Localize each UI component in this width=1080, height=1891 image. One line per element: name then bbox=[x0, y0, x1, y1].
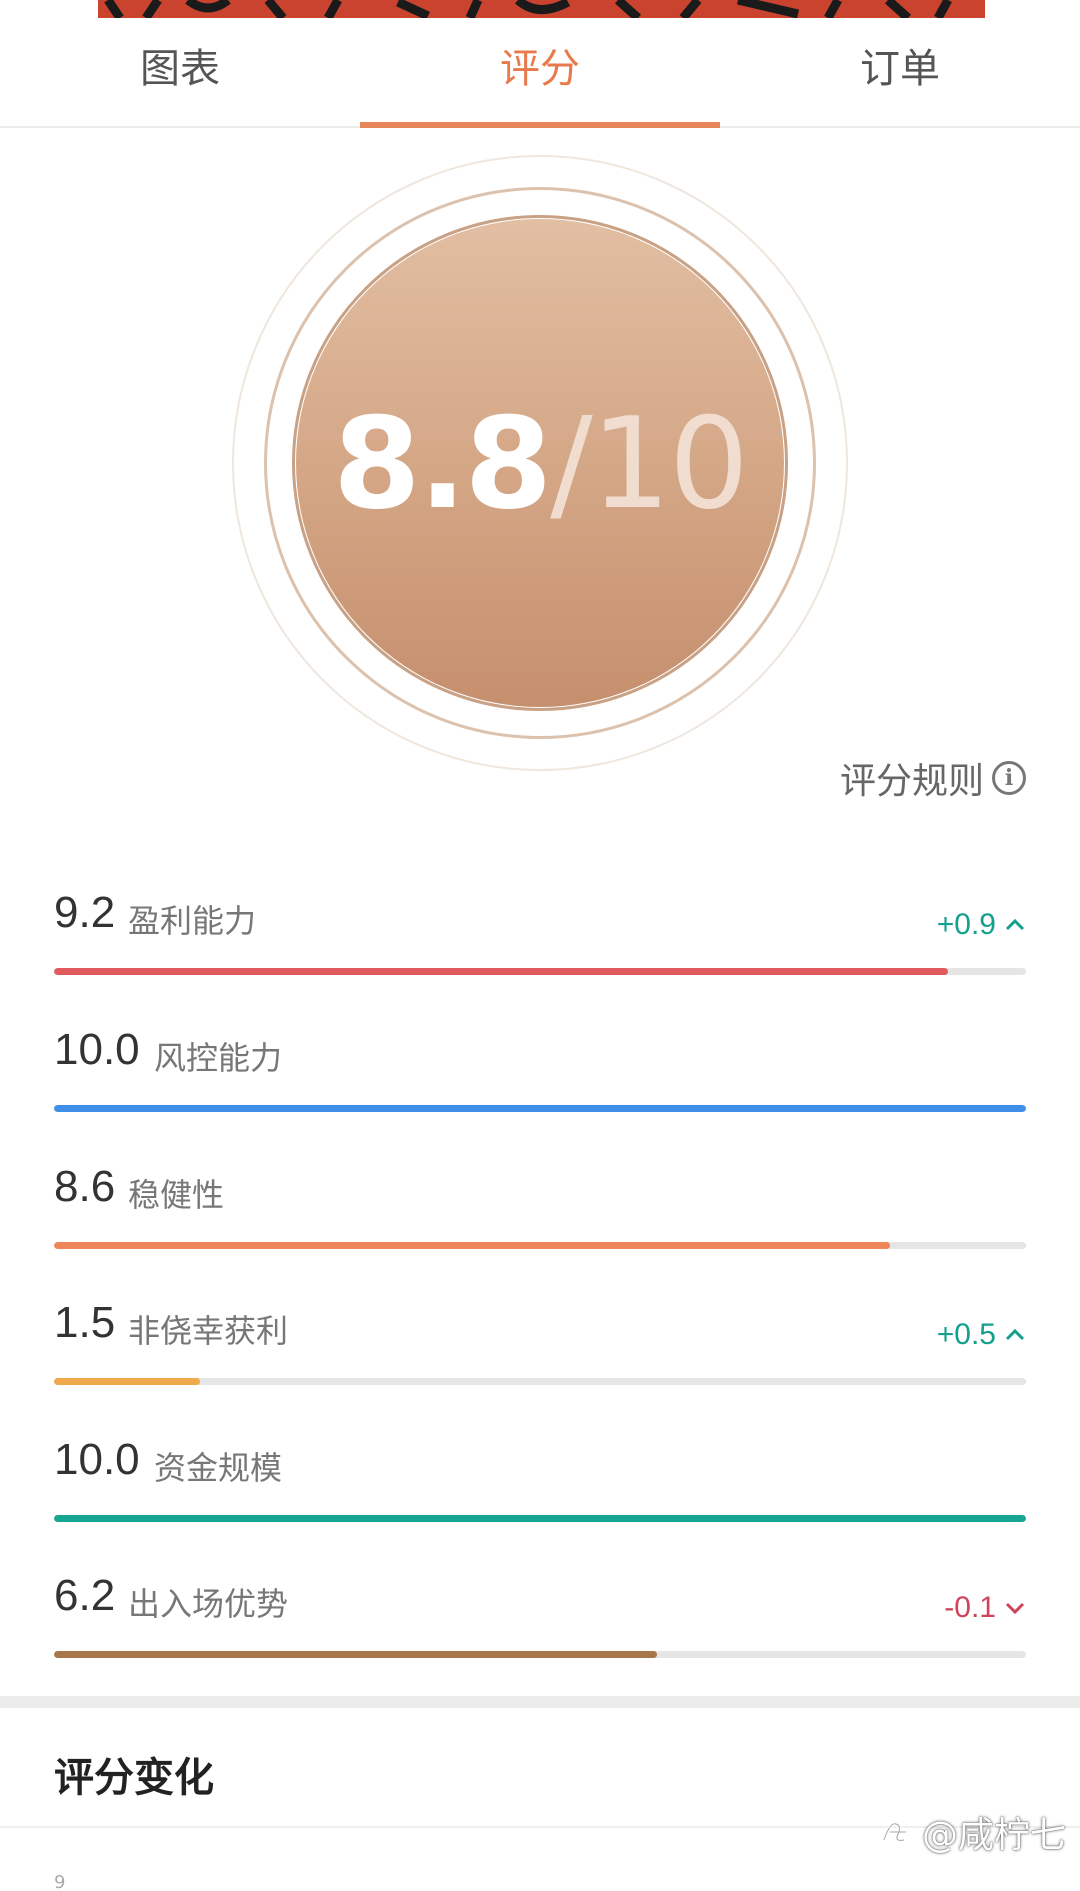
metric-value: 10.0 bbox=[54, 1025, 140, 1074]
metric-bar-track bbox=[54, 1515, 1026, 1522]
metric-value: 9.2 bbox=[54, 888, 116, 937]
metric-profitability: 9.2 盈利能力 +0.9 bbox=[54, 888, 1026, 978]
score-rules-link[interactable]: 评分规则 i bbox=[840, 752, 1026, 804]
tab-orders[interactable]: 订单 bbox=[720, 18, 1080, 126]
metric-label: 非侥幸获利 bbox=[128, 1312, 289, 1350]
banner-artwork bbox=[104, 0, 952, 18]
overall-score-separator: / bbox=[550, 389, 592, 537]
metric-bar-fill bbox=[54, 1242, 890, 1249]
tab-bar: 图表 评分 订单 bbox=[0, 18, 1080, 128]
metric-bar-fill bbox=[54, 1515, 1026, 1522]
watermark: @咸柠七 bbox=[876, 1806, 1066, 1858]
metric-value: 8.6 bbox=[54, 1162, 116, 1211]
overall-score-value: 8.8 bbox=[332, 389, 552, 537]
chevron-down-icon bbox=[1005, 1602, 1025, 1615]
section-title-score-change: 评分变化 bbox=[54, 1755, 214, 1801]
overall-score-text: 8.8/10 bbox=[332, 389, 749, 537]
tab-chart-label: 图表 bbox=[140, 46, 220, 92]
tab-score[interactable]: 评分 bbox=[360, 18, 720, 128]
score-rules-label: 评分规则 bbox=[839, 761, 984, 802]
metric-change-value: -0.1 bbox=[944, 1591, 996, 1624]
banner-image[interactable] bbox=[98, 0, 985, 18]
metric-risk-control: 10.0 风控能力 bbox=[54, 1025, 1026, 1115]
score-circle: 8.8/10 bbox=[296, 219, 784, 707]
metric-value: 6.2 bbox=[54, 1571, 116, 1620]
tab-chart[interactable]: 图表 bbox=[0, 18, 360, 126]
chart-y-tick: 9 bbox=[54, 1872, 66, 1891]
chevron-up-icon bbox=[1005, 918, 1025, 931]
metric-label: 资金规模 bbox=[154, 1449, 283, 1487]
chevron-up-icon bbox=[1005, 1328, 1025, 1341]
metric-value: 1.5 bbox=[54, 1298, 116, 1347]
section-divider bbox=[0, 1696, 1080, 1708]
tab-score-label: 评分 bbox=[500, 46, 580, 92]
metric-bar-track bbox=[54, 1378, 1026, 1385]
metric-bar-fill bbox=[54, 968, 949, 975]
metric-change: +0.5 bbox=[937, 1318, 1026, 1352]
metric-bar-fill bbox=[54, 1378, 200, 1385]
watermark-text: @咸柠七 bbox=[921, 1815, 1066, 1856]
zhihu-logo-icon bbox=[882, 1822, 908, 1842]
metric-bar-track bbox=[54, 1242, 1026, 1249]
metric-label: 稳健性 bbox=[128, 1176, 225, 1214]
info-icon: i bbox=[992, 761, 1026, 795]
metric-stability: 8.6 稳健性 bbox=[54, 1162, 1026, 1252]
metric-bar-track bbox=[54, 1651, 1026, 1658]
overall-score-max: 10 bbox=[590, 389, 749, 537]
metric-label: 出入场优势 bbox=[128, 1585, 289, 1623]
metric-change: +0.9 bbox=[937, 908, 1026, 942]
metric-value: 10.0 bbox=[54, 1435, 140, 1484]
metric-entry-exit-advantage: 6.2 出入场优势 -0.1 bbox=[54, 1571, 1026, 1661]
metric-bar-fill bbox=[54, 1651, 657, 1658]
metric-bar-track bbox=[54, 1105, 1026, 1112]
metric-capital-size: 10.0 资金规模 bbox=[54, 1435, 1026, 1525]
metric-label: 盈利能力 bbox=[128, 902, 257, 940]
metric-bar-track bbox=[54, 968, 1026, 975]
metric-bar-fill bbox=[54, 1105, 1026, 1112]
active-tab-indicator bbox=[360, 122, 720, 128]
overall-score-badge: 8.8/10 bbox=[232, 155, 848, 771]
metric-change-value: +0.9 bbox=[936, 908, 996, 941]
metric-label: 风控能力 bbox=[154, 1039, 283, 1077]
tab-orders-label: 订单 bbox=[860, 46, 940, 92]
metric-change: -0.1 bbox=[944, 1591, 1026, 1625]
metric-change-value: +0.5 bbox=[936, 1318, 996, 1351]
metric-non-lucky-profit: 1.5 非侥幸获利 +0.5 bbox=[54, 1298, 1026, 1388]
